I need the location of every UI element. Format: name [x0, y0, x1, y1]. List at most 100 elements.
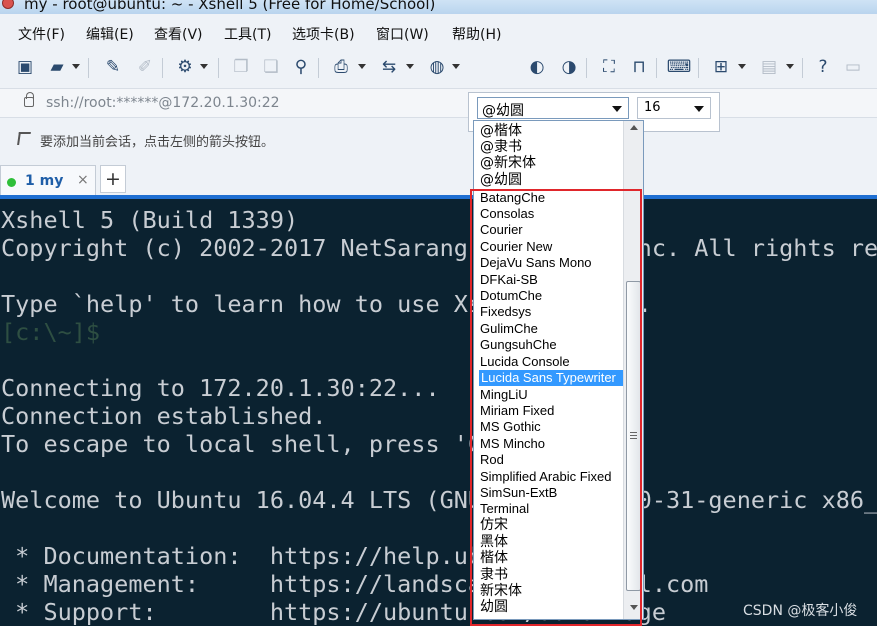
menu-file[interactable]: 文件(F) [18, 24, 65, 44]
font-option[interactable]: MS Gothic [480, 419, 541, 435]
font-option[interactable]: 仿宋 [480, 517, 508, 533]
toolbar-separator [218, 58, 219, 78]
transfer-icon[interactable]: ⇆ [378, 56, 400, 78]
font-option[interactable]: GungsuhChe [480, 337, 557, 353]
paste-icon: ❏ [263, 57, 279, 77]
font-option[interactable]: DFKai-SB [480, 272, 538, 288]
keyboard-icon[interactable]: ⌨ [667, 56, 692, 78]
font-option[interactable]: Courier [480, 222, 523, 238]
app-chrome: 文件(F) 编辑(E) 查看(V) 工具(T) 选项卡(B) 窗口(W) 帮助(… [0, 14, 877, 195]
reconnect-icon[interactable]: ✎ [102, 56, 124, 78]
menu-edit[interactable]: 编辑(E) [86, 24, 134, 44]
globe-dropdown-arrow-icon[interactable] [452, 64, 460, 69]
menu-bar: 文件(F) 编辑(E) 查看(V) 工具(T) 选项卡(B) 窗口(W) 帮助(… [0, 20, 877, 46]
terminal-line: Xshell 5 (Build 1339) [1, 206, 299, 234]
font-option[interactable]: Lucida Console [480, 354, 570, 370]
add-tab-button[interactable]: + [100, 165, 126, 193]
font-option[interactable]: Simplified Arabic Fixed [480, 469, 612, 485]
layout-dropdown-arrow-icon[interactable] [786, 64, 794, 69]
font-name-select[interactable]: @幼圆 [477, 97, 629, 119]
tab-label: 1 my [25, 173, 64, 189]
font-option[interactable]: DejaVu Sans Mono [480, 255, 592, 271]
title-bar: my - root@ubuntu: ~ - Xshell 5 (Free for… [0, 0, 877, 14]
font-option[interactable]: Terminal [480, 501, 529, 517]
font-option[interactable]: @新宋体 [480, 155, 536, 171]
font-dropdown-list[interactable]: @楷体 @隶书 @新宋体 @幼圆 BatangChe Consolas Cour… [473, 120, 644, 620]
font-option[interactable]: BatangChe [480, 190, 545, 206]
font-option[interactable]: GulimChe [480, 321, 538, 337]
toolbar-separator [586, 58, 587, 78]
help-icon[interactable]: ? [812, 56, 834, 78]
new-tab-dropdown-arrow-icon[interactable] [738, 64, 746, 69]
toolbar-separator [88, 58, 89, 78]
layout-icon: ▤ [760, 57, 778, 77]
print-dropdown-arrow-icon[interactable] [358, 64, 366, 69]
tab-bar: 1 my × + [0, 162, 877, 195]
arrow-icon[interactable] [17, 132, 31, 145]
font-option[interactable]: MS Mincho [480, 436, 545, 452]
font-list-scrollbar[interactable] [623, 121, 643, 619]
terminal-line: Connection established. [1, 402, 327, 430]
font-option[interactable]: 新宋体 [480, 583, 522, 599]
font-option[interactable]: @楷体 [480, 123, 522, 139]
font-option[interactable]: Courier New [480, 239, 552, 255]
disconnect-icon: ✐ [137, 57, 153, 77]
font-name-value: @幼圆 [482, 103, 524, 119]
menu-view[interactable]: 查看(V) [154, 24, 203, 44]
toolbar-separator [698, 58, 699, 78]
properties-dropdown-arrow-icon[interactable] [200, 64, 208, 69]
font-option-selected[interactable]: Lucida Sans Typewriter [479, 370, 625, 386]
font-option[interactable]: Rod [480, 452, 504, 468]
open-dropdown-arrow-icon[interactable] [72, 64, 80, 69]
toolbar-separator [802, 58, 803, 78]
lock-icon[interactable]: ⊓ [628, 56, 650, 78]
chevron-down-icon[interactable] [612, 106, 622, 112]
terminal-prompt: [c:\~]$ [1, 318, 101, 346]
open-folder-icon[interactable]: ▰ [46, 56, 68, 78]
terminal-line: Welcome to Ubuntu 16.04.4 LTS (GNU/Linux… [1, 486, 877, 514]
scrollbar-thumb[interactable] [626, 281, 641, 591]
tab-my-session[interactable]: 1 my × [0, 165, 96, 195]
address-field[interactable]: ssh://root:******@172.20.1.30:22 [46, 95, 280, 111]
menu-window[interactable]: 窗口(W) [376, 24, 429, 44]
fullscreen-icon[interactable]: ⛶ [598, 56, 620, 78]
xftp-icon[interactable]: ◐ [526, 56, 548, 78]
terminal-line: Connecting to 172.20.1.30:22... [1, 374, 440, 402]
menu-tools[interactable]: 工具(T) [224, 24, 271, 44]
transfer-dropdown-arrow-icon[interactable] [406, 64, 414, 69]
font-option[interactable]: 黑体 [480, 534, 508, 550]
properties-icon[interactable]: ⚙ [174, 56, 196, 78]
font-size-select[interactable]: 16 [637, 97, 711, 119]
terminal-output[interactable]: Xshell 5 (Build 1339) Copyright (c) 2002… [0, 199, 877, 626]
chevron-down-icon[interactable] [694, 106, 704, 112]
font-option[interactable]: 隶书 [480, 567, 508, 583]
font-option[interactable]: 楷体 [480, 550, 508, 566]
menu-help[interactable]: 帮助(H) [452, 24, 501, 44]
new-tab-icon[interactable]: ⊞ [710, 56, 732, 78]
scroll-up-arrow-icon[interactable] [630, 125, 638, 130]
font-size-value: 16 [644, 100, 661, 115]
font-option[interactable]: @隶书 [480, 139, 522, 155]
xmanager-icon[interactable]: ◑ [558, 56, 580, 78]
globe-icon[interactable]: ◍ [426, 56, 448, 78]
window-title: my - root@ubuntu: ~ - Xshell 5 (Free for… [24, 0, 436, 13]
toolbar-separator [162, 58, 163, 78]
comment-icon: ▭ [844, 57, 862, 77]
font-option[interactable]: Miriam Fixed [480, 403, 554, 419]
close-icon[interactable]: × [77, 172, 89, 188]
font-option[interactable]: @幼圆 [480, 172, 522, 188]
font-option[interactable]: Consolas [480, 206, 534, 222]
font-option[interactable]: MingLiU [480, 387, 528, 403]
copy-icon: ❐ [233, 57, 249, 77]
font-option[interactable]: DotumChe [480, 288, 542, 304]
menu-tab[interactable]: 选项卡(B) [292, 24, 355, 44]
print-icon[interactable]: ⎙ [330, 56, 352, 78]
font-option[interactable]: SimSun-ExtB [480, 485, 557, 501]
font-option[interactable]: Fixedsys [480, 304, 531, 320]
grip-icon [630, 432, 637, 439]
find-icon[interactable]: ⚲ [290, 56, 312, 78]
font-option[interactable]: 幼圆 [480, 599, 508, 615]
new-session-icon[interactable]: ▣ [14, 56, 36, 78]
scroll-down-arrow-icon[interactable] [630, 605, 638, 610]
session-hint-text: 要添加当前会话，点击左侧的箭头按钮。 [40, 135, 275, 150]
